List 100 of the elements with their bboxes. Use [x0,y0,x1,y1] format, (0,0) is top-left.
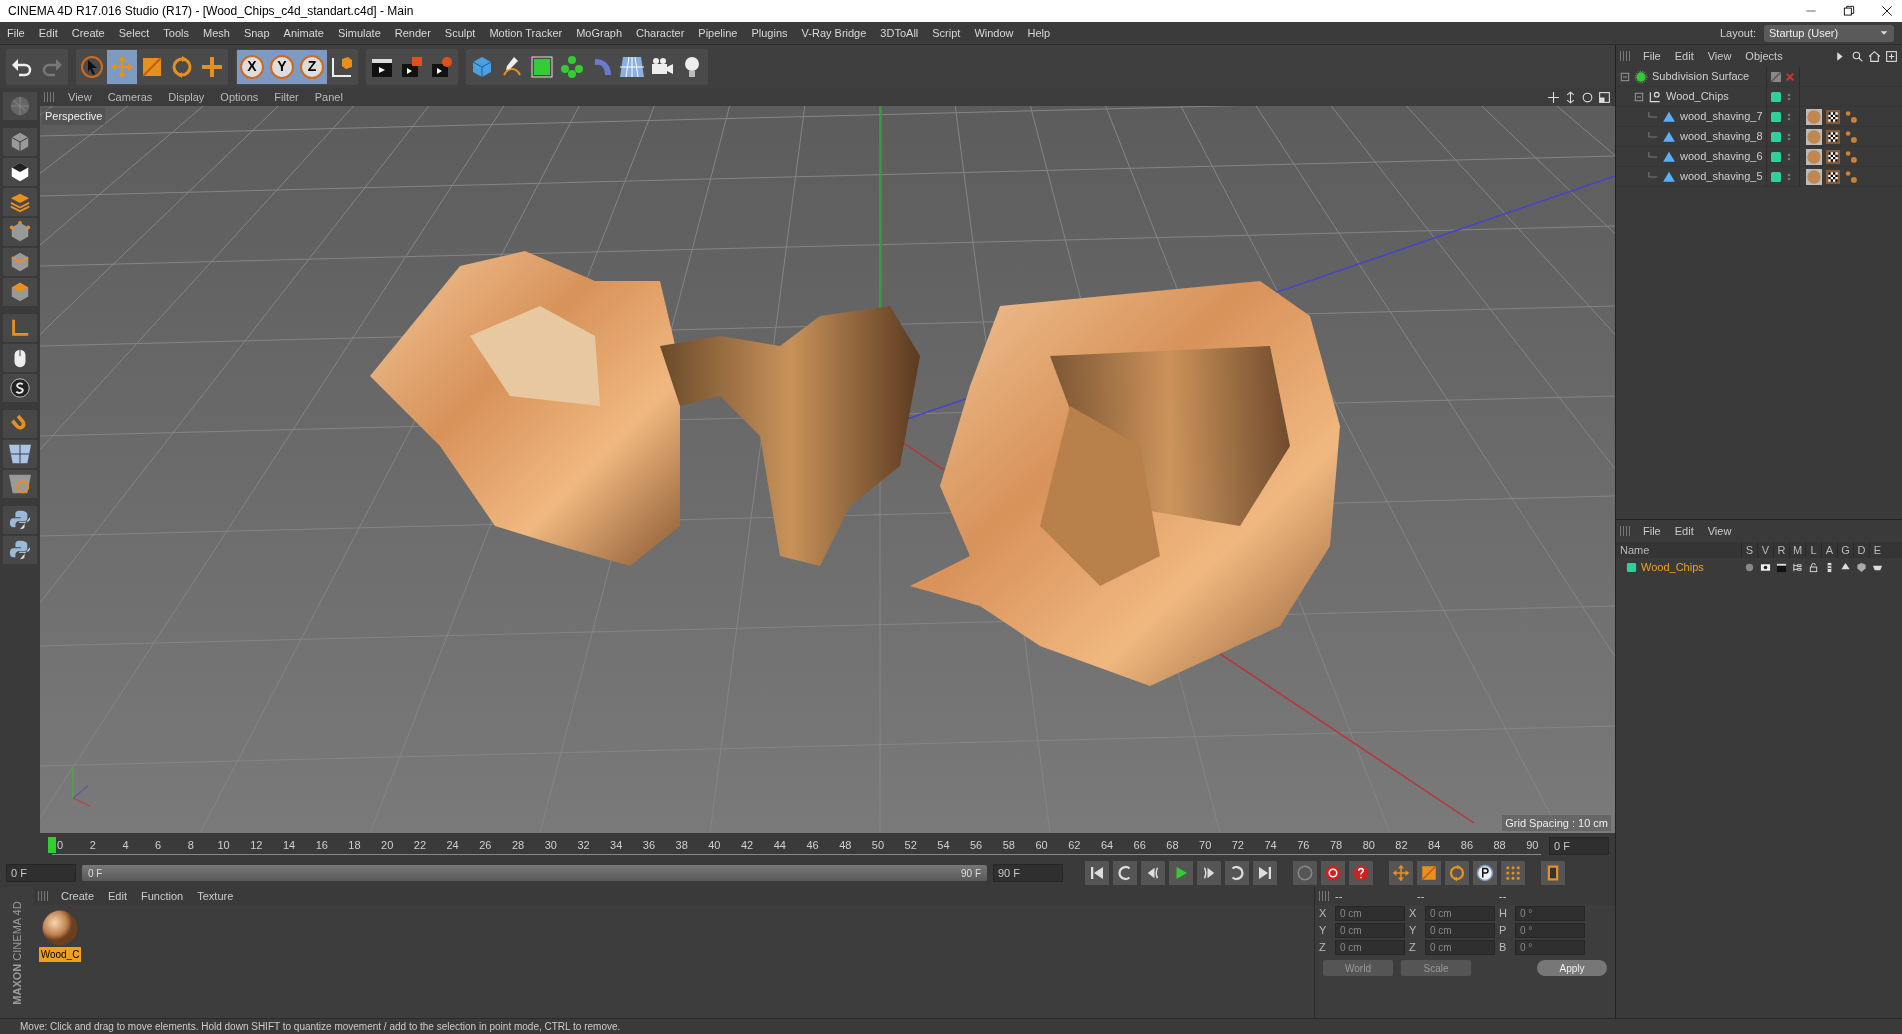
points-tool-button[interactable] [3,218,37,246]
coordinate-field[interactable]: 0 cm [1425,940,1495,955]
menu-item[interactable]: Cameras [99,88,161,106]
layer-name[interactable]: Wood_Chips [1641,558,1704,576]
move-button[interactable] [1389,861,1413,885]
frame-range-slider[interactable]: 0 F 90 F [82,865,987,881]
menu-item[interactable]: Render [387,24,438,42]
coordinate-field[interactable]: 0 ° [1515,940,1585,955]
axis-tool-button[interactable]: X [237,49,267,84]
clapper-icon[interactable] [1775,561,1787,573]
menu-item[interactable]: Window [967,24,1021,42]
menu-item[interactable]: Snap [236,24,277,42]
menu-item[interactable]: Edit [31,24,65,42]
menu-item[interactable]: Tools [156,24,196,42]
coordinate-field[interactable]: 0 cm [1425,923,1495,938]
layout-dropdown[interactable]: Startup (User) [1764,24,1894,42]
object-name[interactable]: wood_shaving_6 [1680,148,1763,165]
tweak-tool-button[interactable] [3,344,37,372]
menu-item[interactable]: Texture [190,887,241,905]
menu-item[interactable]: 3DToAll [873,24,926,42]
object-name[interactable]: Subdivision Surface [1652,68,1750,85]
menu-item[interactable]: Pipeline [691,24,745,42]
play-button[interactable] [1169,861,1193,885]
gridlock-tool-button[interactable] [3,470,37,498]
menu-item[interactable]: Panel [306,88,351,106]
menu-item[interactable]: Filter [266,88,307,106]
axis-mode-tool-button[interactable] [3,314,37,342]
help-button[interactable] [1349,861,1373,885]
coordinate-field[interactable]: 0 cm [1335,940,1405,955]
prev-key-button[interactable] [1113,861,1137,885]
menu-item[interactable]: File [1636,47,1668,65]
menu-item[interactable]: File [1636,522,1668,540]
move-view-icon[interactable] [1547,90,1560,104]
hierarchy-icon[interactable] [1791,561,1803,573]
new-panel-icon[interactable] [1885,49,1898,63]
coordinate-field[interactable]: 0 cm [1335,923,1405,938]
frame-field[interactable]: 0 F [1549,837,1609,855]
menu-item[interactable]: Plugins [744,24,795,42]
coordinate-field[interactable]: 0 ° [1515,906,1585,921]
menu-item[interactable]: View [1700,47,1739,65]
playhead[interactable] [48,837,56,854]
next-key-button[interactable] [1225,861,1249,885]
layers-tool-button[interactable] [3,188,37,216]
object-name[interactable]: Wood_Chips [1666,88,1729,105]
menu-item[interactable]: Animate [276,24,331,42]
close-icon[interactable] [1880,4,1894,18]
magnet-tool-button[interactable] [3,410,37,438]
move-tool-button[interactable] [107,49,137,84]
menu-item[interactable]: V-Ray Bridge [794,24,874,42]
start-frame-field[interactable]: 0 F [6,864,76,882]
last-button[interactable] [1253,861,1277,885]
object-name[interactable]: wood_shaving_7 [1680,108,1763,125]
menu-item[interactable]: Edit [1667,522,1701,540]
menu-item[interactable]: Options [212,88,267,106]
object-name[interactable]: wood_shaving_8 [1680,128,1763,145]
polygons-tool-button[interactable] [3,278,37,306]
menu-item[interactable]: Help [1020,24,1058,42]
menu-item[interactable]: Function [134,887,191,905]
timeline-ruler[interactable]: 0 2 4 6 8 10 12 14 16 18 20 22 24 26 28 30 32 34 36 38 40 42 44 46 48 50 52 54 56 58 60 62 64 66 68 70 72 74 76 78 80 82 84 86 88 90 [52,837,1541,855]
prev-frame-button[interactable] [1141,861,1165,885]
menu-item[interactable]: Objects [1738,47,1790,65]
snap-tool-button[interactable] [3,374,37,402]
collapse-icon[interactable] [1634,91,1644,102]
menu-item[interactable]: Edit [101,887,134,905]
axis-tool-button[interactable]: Z [297,49,327,84]
param-button[interactable] [1473,861,1497,885]
scale-button[interactable] [1417,861,1441,885]
eye-icon[interactable] [1759,561,1771,573]
vertical-arrows-icon[interactable] [1564,90,1577,104]
menu-item[interactable]: MoGraph [569,24,630,42]
menu-item[interactable]: Script [925,24,968,42]
padlock-icon[interactable] [1807,561,1819,573]
collapse-icon[interactable] [1620,71,1630,82]
object-name[interactable]: wood_shaving_5 [1680,168,1763,185]
axis-tool-button[interactable]: Y [267,49,297,84]
apply-button[interactable]: Apply [1537,960,1607,976]
first-button[interactable] [1085,861,1109,885]
menu-item[interactable]: Simulate [330,24,388,42]
menu-item[interactable]: View [60,88,100,106]
search-icon[interactable] [1851,49,1864,63]
maximize-view-icon[interactable] [1598,90,1611,104]
record-button[interactable] [1321,861,1345,885]
shield-icon[interactable] [1855,561,1867,573]
python-tool-button[interactable] [3,536,37,564]
coordinate-field[interactable]: 0 ° [1515,923,1585,938]
menu-item[interactable]: Mesh [196,24,237,42]
edges-tool-button[interactable] [3,248,37,276]
menu-item[interactable]: Create [64,24,112,42]
menu-item[interactable]: View [1700,522,1739,540]
next-frame-button[interactable] [1197,861,1221,885]
workplane-tool-button[interactable] [3,440,37,468]
home-icon[interactable] [1868,49,1881,63]
menu-item[interactable]: Select [111,24,157,42]
coordinate-field[interactable]: 0 cm [1425,906,1495,921]
menu-item[interactable]: File [0,24,32,42]
dot-icon[interactable] [1743,561,1755,573]
texture-tool-button[interactable] [3,158,37,186]
coordinate-field[interactable]: 0 cm [1335,906,1405,921]
rotate-view-icon[interactable] [1581,90,1594,104]
menu-item[interactable]: Motion Tracker [482,24,570,42]
